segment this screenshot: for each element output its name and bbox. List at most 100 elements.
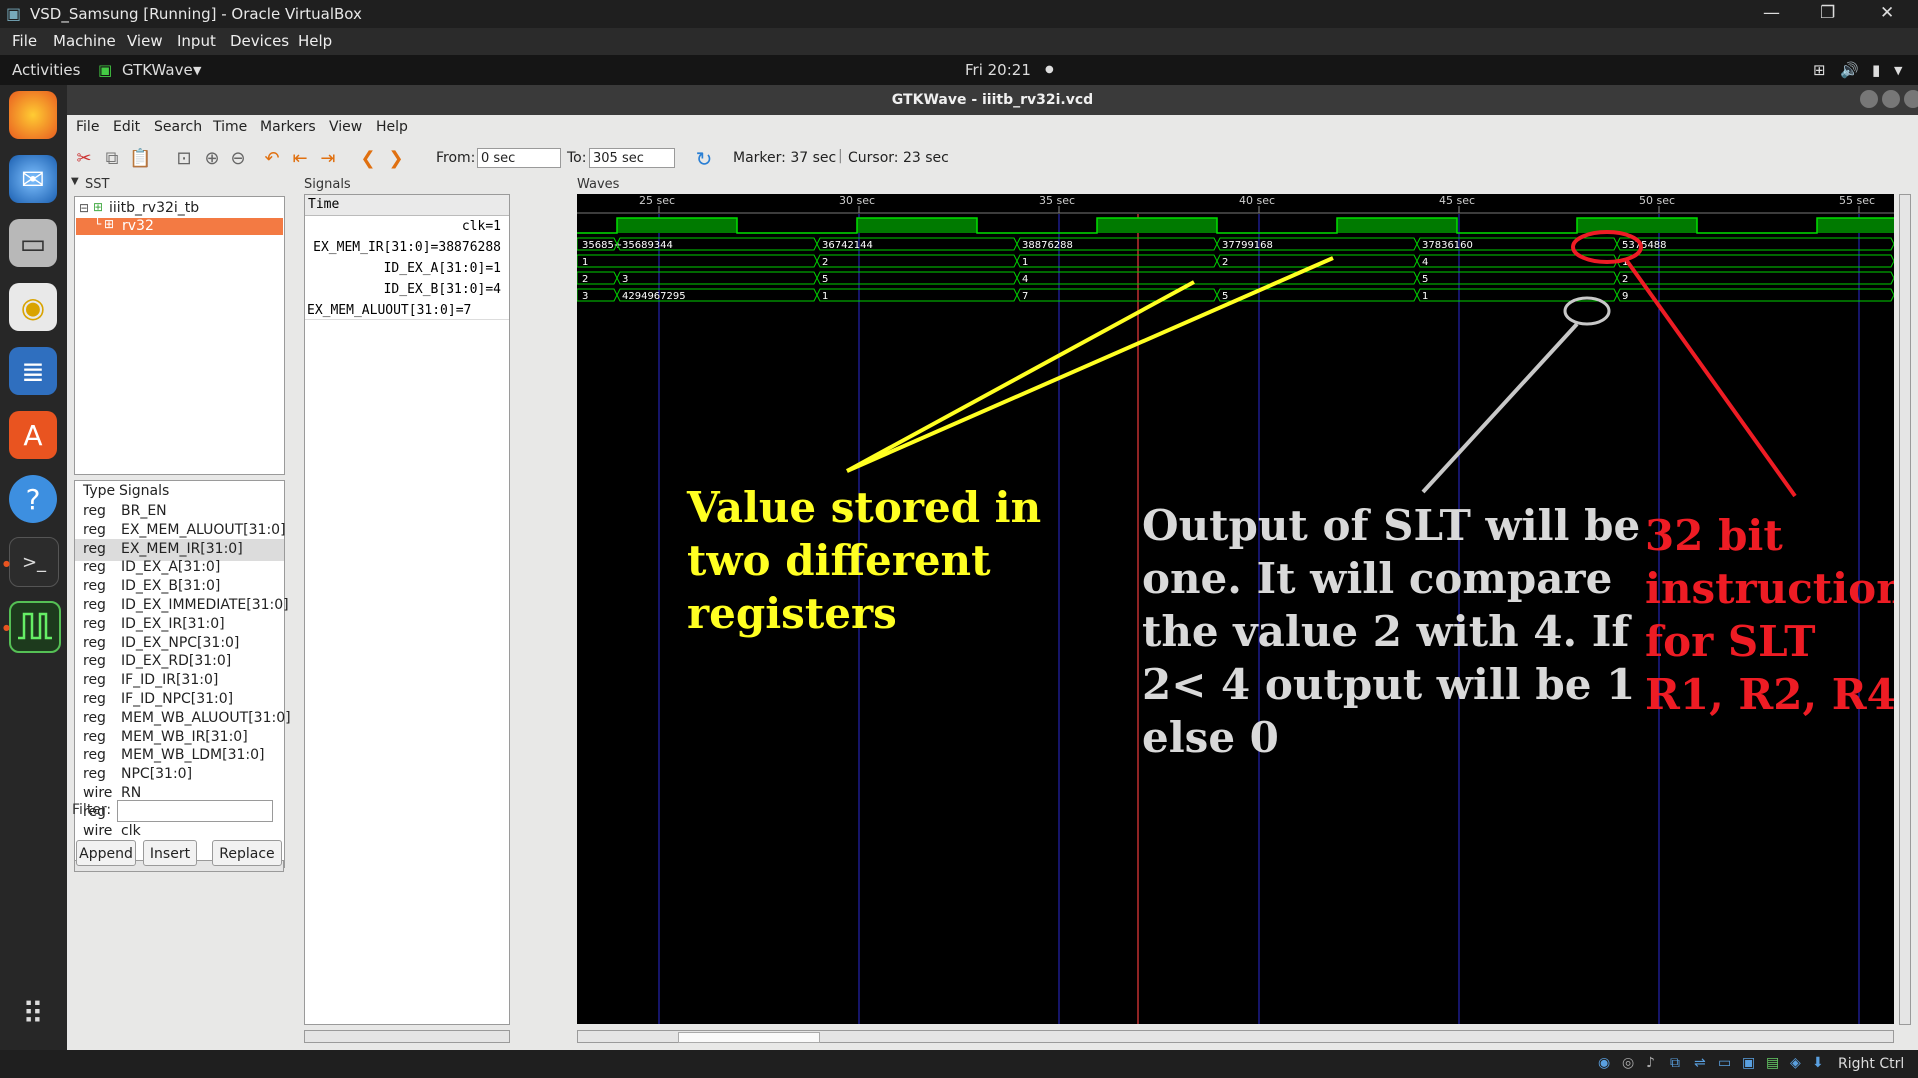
time-tick-55: 55 sec: [1839, 194, 1875, 207]
network-icon[interactable]: ⊞: [1813, 61, 1826, 79]
vbox-menu-input[interactable]: Input: [177, 32, 216, 50]
window-close-icon[interactable]: [1904, 90, 1918, 108]
undo-zoom-icon[interactable]: ↶: [261, 148, 283, 170]
signal-names-pane[interactable]: Time clk=1 EX_MEM_IR[31:0]=38876288 ID_E…: [304, 194, 510, 1025]
scrollbar-thumb[interactable]: [678, 1032, 820, 1043]
time-tick-50: 50 sec: [1639, 194, 1675, 207]
clock[interactable]: Fri 20:21: [965, 61, 1031, 79]
window-maximize-icon[interactable]: [1882, 90, 1900, 108]
bus-value-label: 5: [822, 274, 828, 285]
waveform-svg[interactable]: 25 sec 30 sec 35 sec 40 sec 45 sec 50 se…: [577, 194, 1894, 1024]
show-apps-icon[interactable]: ⠿: [9, 990, 57, 1038]
volume-icon[interactable]: 🔊: [1840, 61, 1859, 79]
replace-button[interactable]: Replace: [212, 840, 282, 866]
terminal-icon[interactable]: >_: [9, 537, 59, 587]
filter-input[interactable]: [117, 800, 273, 822]
signal-value-ex-mem-ir[interactable]: EX_MEM_IR[31:0]=38876288: [313, 240, 501, 255]
signal-name: NPC[31:0]: [121, 766, 193, 783]
restore-icon[interactable]: ❐: [1820, 3, 1835, 23]
keyboard-capture-icon[interactable]: ⬇: [1812, 1055, 1824, 1071]
menu-markers[interactable]: Markers: [260, 119, 316, 135]
signal-type: reg: [83, 578, 106, 595]
software-center-icon[interactable]: A: [9, 411, 57, 459]
cut-icon[interactable]: ✂: [73, 148, 95, 170]
activities-button[interactable]: Activities: [12, 61, 80, 79]
audio-icon[interactable]: ♪: [1646, 1055, 1655, 1071]
bus-segment: [616, 271, 818, 285]
display-icon[interactable]: ▣: [1742, 1055, 1755, 1071]
menu-search[interactable]: Search: [154, 119, 202, 135]
vbox-menu-help[interactable]: Help: [298, 32, 332, 50]
bus-value-label: 2: [1622, 274, 1628, 285]
system-menu-chevron-icon[interactable]: ▼: [1894, 64, 1902, 77]
gtkwave-dock-icon[interactable]: [9, 601, 61, 653]
copy-icon[interactable]: ⧉: [101, 148, 123, 170]
from-label: From:: [436, 150, 476, 166]
signal-type: reg: [83, 597, 106, 613]
waves-hscrollbar[interactable]: [577, 1030, 1894, 1043]
reload-icon[interactable]: ↻: [693, 148, 715, 170]
usb-icon[interactable]: ⇌: [1694, 1055, 1706, 1071]
menu-file[interactable]: File: [76, 119, 99, 135]
window-minimize-icon[interactable]: [1860, 90, 1878, 108]
hard-disk-icon[interactable]: ◉: [1598, 1055, 1610, 1071]
menu-edit[interactable]: Edit: [113, 119, 140, 135]
signal-value-id-ex-a[interactable]: ID_EX_A[31:0]=1: [384, 261, 501, 276]
zoom-start-icon[interactable]: ⇤: [289, 148, 311, 170]
next-edge-icon[interactable]: ❯: [385, 148, 407, 170]
vbox-menu-devices[interactable]: Devices: [230, 32, 289, 50]
sst-collapse-icon[interactable]: ▼: [71, 176, 79, 187]
bus-value-label: 1: [1422, 291, 1428, 302]
writer-icon[interactable]: ≣: [9, 347, 57, 395]
firefox-icon[interactable]: [9, 91, 57, 139]
from-input[interactable]: 0 sec: [477, 148, 561, 168]
bus-value-label: 35689344: [622, 240, 673, 251]
zoom-in-icon[interactable]: ⊕: [201, 148, 223, 170]
append-button[interactable]: Append: [76, 840, 136, 866]
bus-value-label: 3: [582, 291, 588, 302]
menu-view[interactable]: View: [329, 119, 362, 135]
signals-pane-label: Signals: [304, 177, 351, 192]
vbox-menu-machine[interactable]: Machine: [53, 32, 116, 50]
app-menu[interactable]: GTKWave: [122, 61, 193, 79]
time-tick-35: 35 sec: [1039, 194, 1075, 207]
previous-edge-icon[interactable]: ❮: [357, 148, 379, 170]
signals-hscrollbar[interactable]: [304, 1030, 510, 1043]
battery-icon[interactable]: ▮: [1872, 61, 1880, 79]
vbox-menu-file[interactable]: File: [12, 32, 37, 50]
minimize-icon[interactable]: —: [1763, 3, 1780, 23]
signal-value-ex-mem-aluout[interactable]: EX_MEM_ALUOUT[31:0]=7: [307, 303, 471, 318]
files-icon[interactable]: ▭: [9, 219, 57, 267]
menu-time[interactable]: Time: [213, 119, 247, 135]
rhythmbox-icon[interactable]: ◉: [9, 283, 57, 331]
shared-folders-icon[interactable]: ▭: [1718, 1055, 1731, 1071]
gtkwave-app-icon: ▣: [98, 61, 113, 79]
signal-value-id-ex-b[interactable]: ID_EX_B[31:0]=4: [384, 282, 501, 297]
mouse-integration-icon[interactable]: ◈: [1790, 1055, 1801, 1071]
paste-icon[interactable]: 📋: [129, 148, 151, 170]
optical-drive-icon[interactable]: ◎: [1622, 1055, 1634, 1071]
vbox-menu-view[interactable]: View: [127, 32, 163, 50]
close-icon[interactable]: ✕: [1880, 3, 1894, 23]
network-adapter-icon[interactable]: ⧉: [1670, 1055, 1680, 1071]
zoom-end-icon[interactable]: ⇥: [317, 148, 339, 170]
zoom-fit-icon[interactable]: ⊡: [173, 148, 195, 170]
help-icon[interactable]: ?: [9, 475, 57, 523]
thunderbird-icon[interactable]: ✉: [9, 155, 57, 203]
tree-item-selected[interactable]: └ ⊞ rv32: [76, 217, 283, 235]
chevron-down-icon[interactable]: ▼: [193, 64, 201, 77]
signal-value-clk[interactable]: clk=1: [462, 219, 501, 234]
waves-canvas[interactable]: 25 sec 30 sec 35 sec 40 sec 45 sec 50 se…: [577, 194, 1894, 1024]
recording-icon[interactable]: ▤: [1766, 1055, 1779, 1071]
insert-button[interactable]: Insert: [143, 840, 197, 866]
tree-root[interactable]: iiitb_rv32i_tb: [109, 200, 199, 216]
signal-name: RN: [121, 785, 142, 801]
tree-expander-icon[interactable]: ⊟: [79, 201, 89, 215]
sst-tree[interactable]: ⊟ ⊞ iiitb_rv32i_tb └ ⊞ rv32: [74, 196, 285, 475]
zoom-out-icon[interactable]: ⊖: [227, 148, 249, 170]
menu-help[interactable]: Help: [376, 119, 408, 135]
waves-vscrollbar[interactable]: [1899, 194, 1911, 1025]
yellow-note-line2: two different: [687, 536, 991, 585]
signal-list-header: Type Signals: [75, 481, 284, 501]
to-input[interactable]: 305 sec: [589, 148, 675, 168]
